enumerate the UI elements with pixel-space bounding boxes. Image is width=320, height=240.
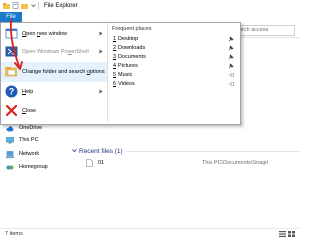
annotation-arrow	[9, 19, 23, 70]
